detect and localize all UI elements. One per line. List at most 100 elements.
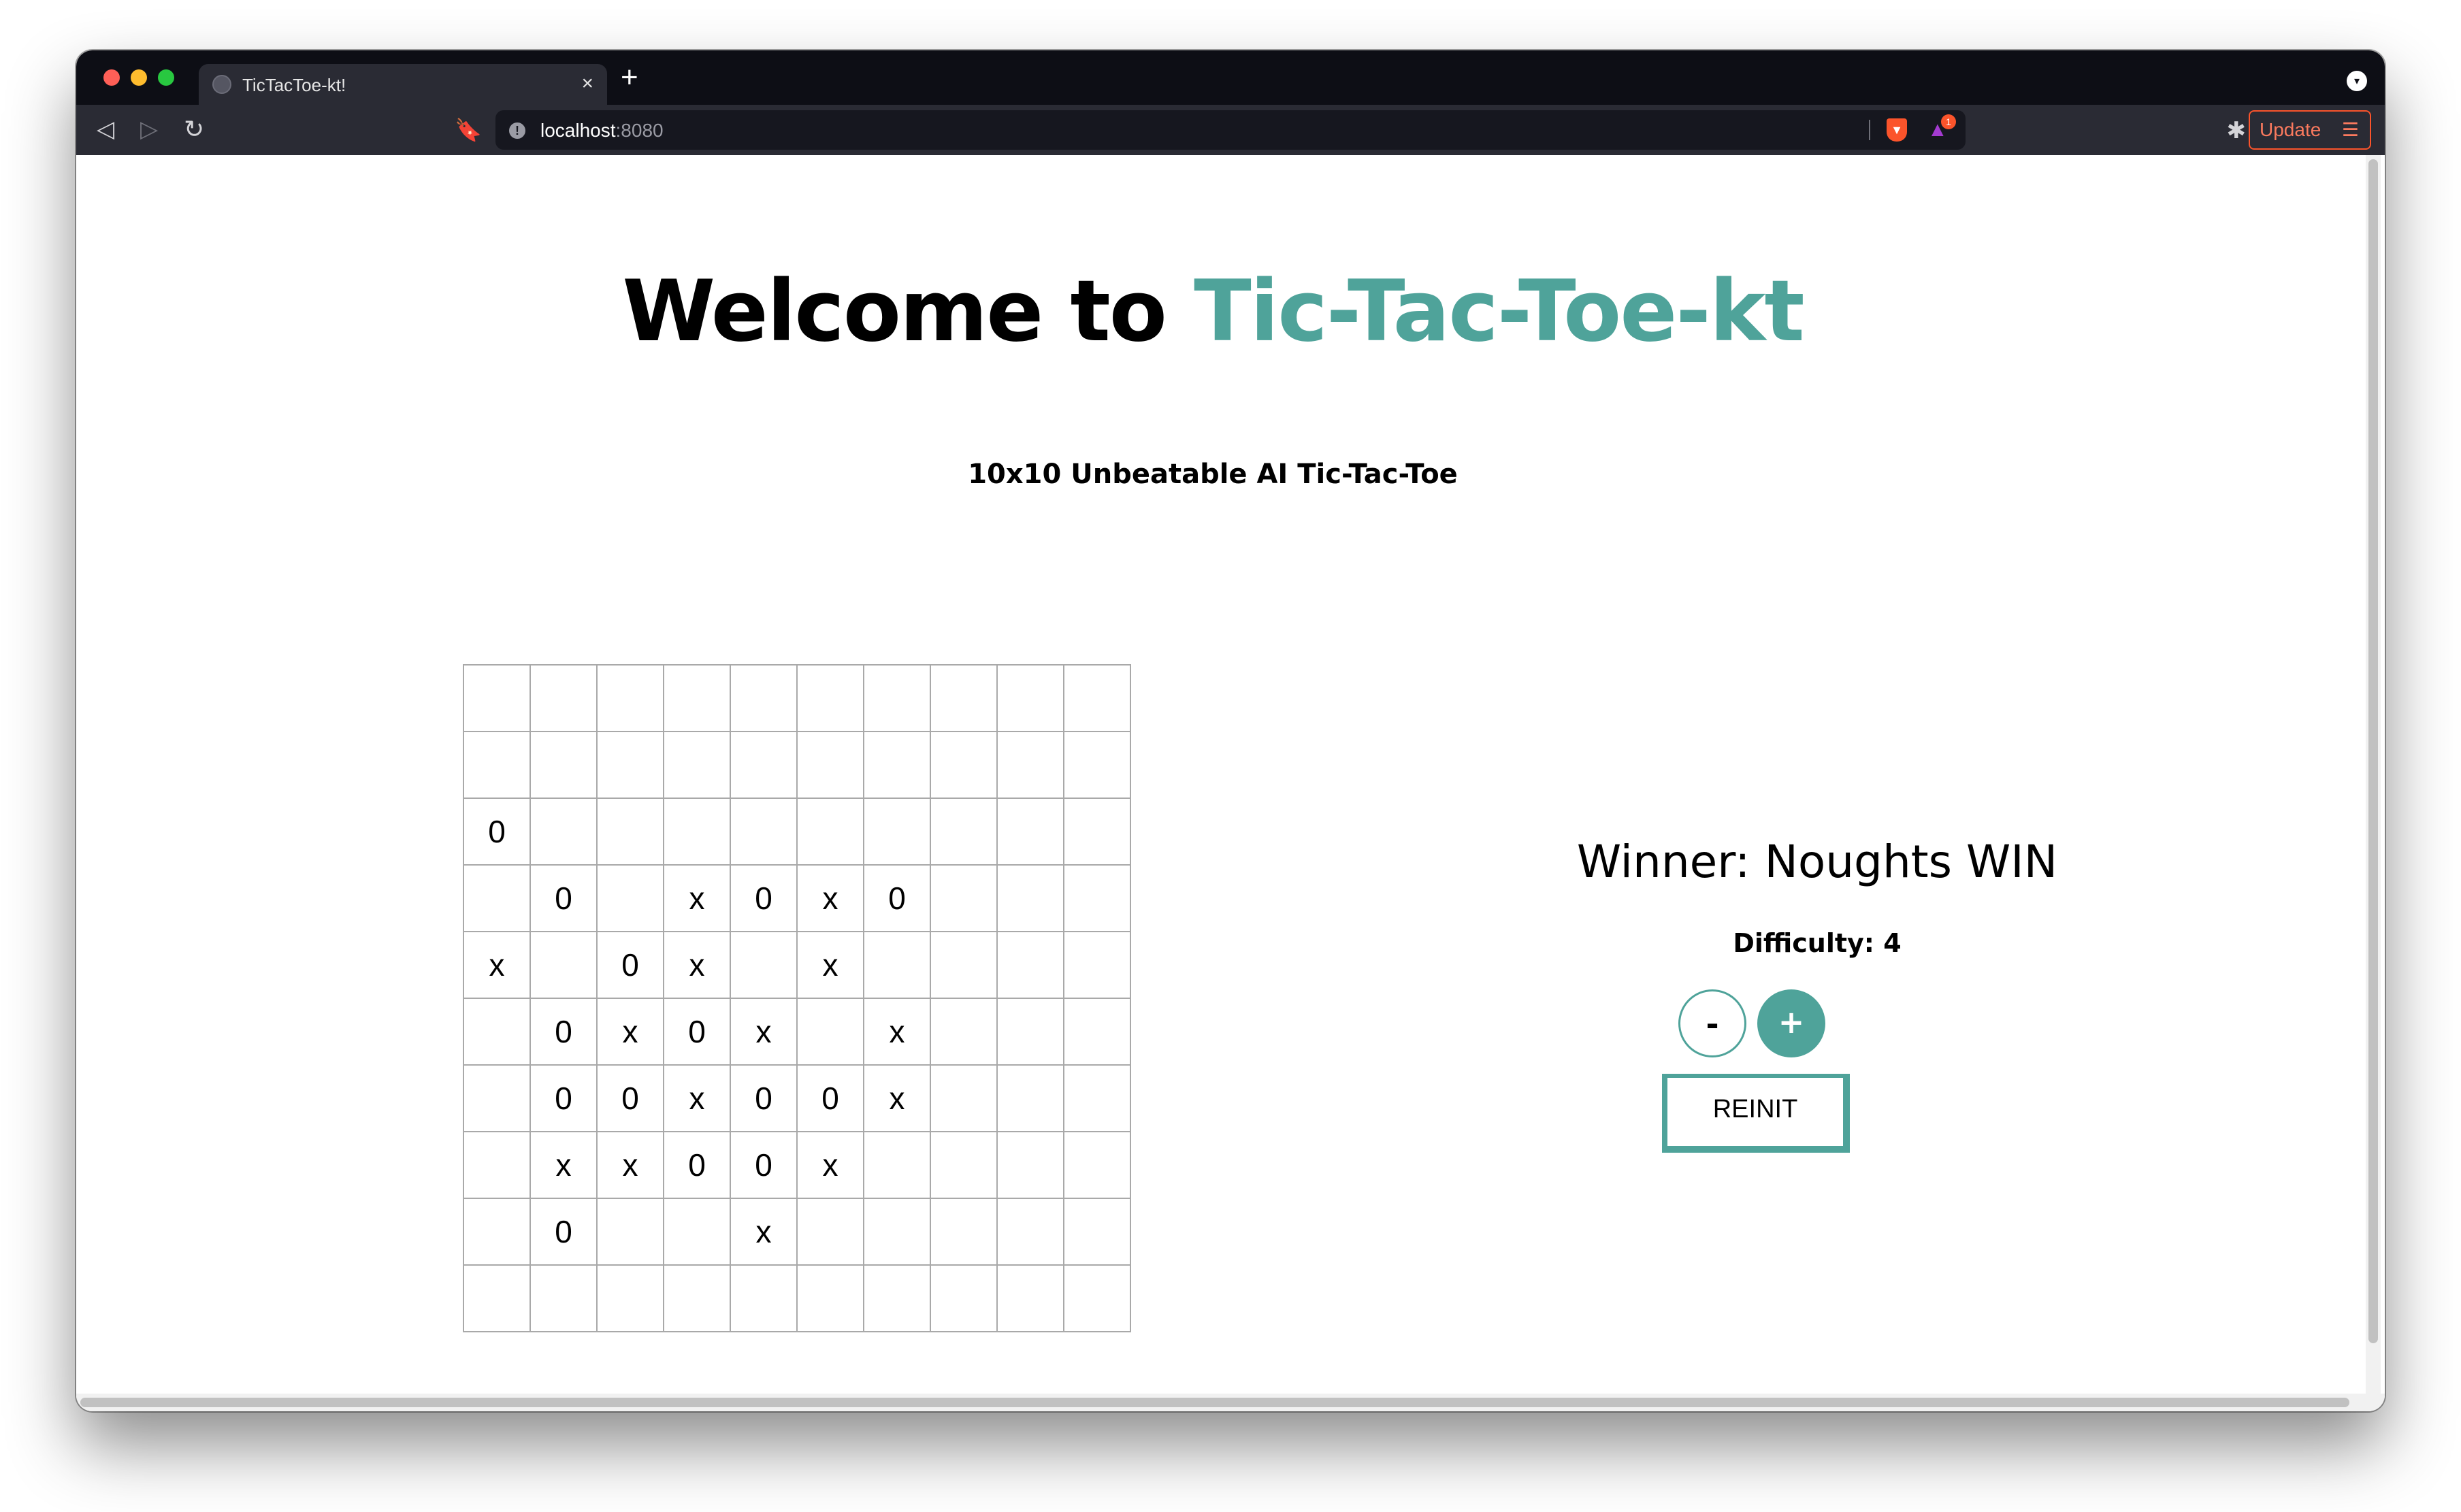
board-cell[interactable] xyxy=(931,999,998,1066)
board-cell[interactable]: x xyxy=(664,1066,731,1132)
browser-tab[interactable]: TicTacToe-kt! × xyxy=(199,64,607,105)
board-cell[interactable] xyxy=(931,665,998,732)
board-cell[interactable]: 0 xyxy=(731,866,798,932)
board-cell[interactable]: x xyxy=(598,1132,664,1199)
board-cell[interactable] xyxy=(798,799,864,866)
board-cell[interactable] xyxy=(664,665,731,732)
board-cell[interactable] xyxy=(1064,1266,1131,1332)
board-cell[interactable]: x xyxy=(731,1199,798,1266)
board-cell[interactable] xyxy=(598,665,664,732)
board-cell[interactable] xyxy=(998,932,1064,999)
board-cell[interactable] xyxy=(598,732,664,799)
board-cell[interactable] xyxy=(731,799,798,866)
board-cell[interactable] xyxy=(464,866,531,932)
board-cell[interactable]: 0 xyxy=(664,999,731,1066)
board-cell[interactable] xyxy=(864,732,931,799)
board-cell[interactable]: 0 xyxy=(531,1199,598,1266)
board-cell[interactable] xyxy=(1064,665,1131,732)
board-cell[interactable] xyxy=(864,1266,931,1332)
board-cell[interactable] xyxy=(1064,799,1131,866)
board-cell[interactable]: 0 xyxy=(464,799,531,866)
back-icon[interactable]: ◁ xyxy=(97,117,114,142)
board-cell[interactable] xyxy=(598,799,664,866)
board-cell[interactable]: x xyxy=(798,932,864,999)
board-cell[interactable]: 0 xyxy=(731,1066,798,1132)
board-cell[interactable] xyxy=(531,932,598,999)
board-cell[interactable] xyxy=(998,866,1064,932)
board-cell[interactable] xyxy=(864,665,931,732)
board-cell[interactable] xyxy=(464,999,531,1066)
board-cell[interactable] xyxy=(998,665,1064,732)
board-cell[interactable]: x xyxy=(731,999,798,1066)
board-cell[interactable]: x xyxy=(464,932,531,999)
board-cell[interactable] xyxy=(731,932,798,999)
board-cell[interactable]: x xyxy=(864,999,931,1066)
board-cell[interactable]: x xyxy=(798,866,864,932)
board-cell[interactable] xyxy=(931,1132,998,1199)
board-cell[interactable] xyxy=(531,665,598,732)
board-cell[interactable]: 0 xyxy=(598,1066,664,1132)
board-cell[interactable] xyxy=(731,1266,798,1332)
board-cell[interactable] xyxy=(598,866,664,932)
board-cell[interactable] xyxy=(931,732,998,799)
board-cell[interactable] xyxy=(864,932,931,999)
board-cell[interactable] xyxy=(931,932,998,999)
board-cell[interactable] xyxy=(998,732,1064,799)
board-cell[interactable]: 0 xyxy=(531,999,598,1066)
board-cell[interactable] xyxy=(1064,932,1131,999)
board-cell[interactable] xyxy=(664,1199,731,1266)
board-cell[interactable] xyxy=(998,1199,1064,1266)
decrease-difficulty-button[interactable]: - xyxy=(1678,989,1746,1057)
url-text[interactable]: localhost:8080 xyxy=(540,120,664,142)
close-window-button[interactable] xyxy=(103,69,120,86)
board-cell[interactable] xyxy=(1064,1066,1131,1132)
board-cell[interactable] xyxy=(931,866,998,932)
board-cell[interactable] xyxy=(664,799,731,866)
forward-icon[interactable]: ▷ xyxy=(140,117,158,142)
board-cell[interactable] xyxy=(598,1266,664,1332)
board-cell[interactable] xyxy=(931,1066,998,1132)
board-cell[interactable] xyxy=(464,732,531,799)
extensions-icon[interactable]: ✱ xyxy=(2227,117,2247,144)
board-cell[interactable] xyxy=(1064,732,1131,799)
close-tab-icon[interactable]: × xyxy=(581,72,593,95)
address-bar[interactable]: ! localhost:8080 ▼ ▲ 1 xyxy=(495,110,1966,150)
board-cell[interactable] xyxy=(464,1266,531,1332)
board-cell[interactable] xyxy=(464,1132,531,1199)
horizontal-scrollbar[interactable] xyxy=(76,1394,2385,1411)
board-cell[interactable] xyxy=(998,999,1064,1066)
board-cell[interactable]: 0 xyxy=(598,932,664,999)
board-cell[interactable] xyxy=(464,1199,531,1266)
board-cell[interactable] xyxy=(798,1266,864,1332)
bookmark-icon[interactable]: 🔖 xyxy=(455,117,482,143)
board-cell[interactable]: x xyxy=(531,1132,598,1199)
board-cell[interactable] xyxy=(931,799,998,866)
site-info-icon[interactable]: ! xyxy=(509,122,525,139)
horizontal-scroll-thumb[interactable] xyxy=(80,1398,2349,1407)
board-cell[interactable] xyxy=(531,799,598,866)
board-cell[interactable]: x xyxy=(664,932,731,999)
board-cell[interactable] xyxy=(798,999,864,1066)
board-cell[interactable]: x xyxy=(864,1066,931,1132)
increase-difficulty-button[interactable]: + xyxy=(1757,989,1825,1057)
board-cell[interactable] xyxy=(998,799,1064,866)
board-cell[interactable] xyxy=(1064,866,1131,932)
brave-shield-icon[interactable]: ▼ xyxy=(1887,118,1907,142)
profile-icon[interactable]: ▾ xyxy=(2347,71,2367,91)
board-cell[interactable] xyxy=(464,1066,531,1132)
board-cell[interactable] xyxy=(798,665,864,732)
new-tab-button[interactable]: + xyxy=(621,63,638,93)
board-cell[interactable]: x xyxy=(598,999,664,1066)
board-cell[interactable] xyxy=(864,1132,931,1199)
board-cell[interactable]: 0 xyxy=(798,1066,864,1132)
maximize-window-button[interactable] xyxy=(158,69,174,86)
reinit-button[interactable]: REINIT xyxy=(1662,1074,1850,1153)
board-cell[interactable]: x xyxy=(798,1132,864,1199)
board-cell[interactable] xyxy=(531,1266,598,1332)
board-cell[interactable]: x xyxy=(664,866,731,932)
board-cell[interactable] xyxy=(864,1199,931,1266)
board-cell[interactable] xyxy=(798,1199,864,1266)
board-cell[interactable] xyxy=(998,1066,1064,1132)
board-cell[interactable] xyxy=(798,732,864,799)
vertical-scrollbar[interactable] xyxy=(2366,155,2381,1394)
